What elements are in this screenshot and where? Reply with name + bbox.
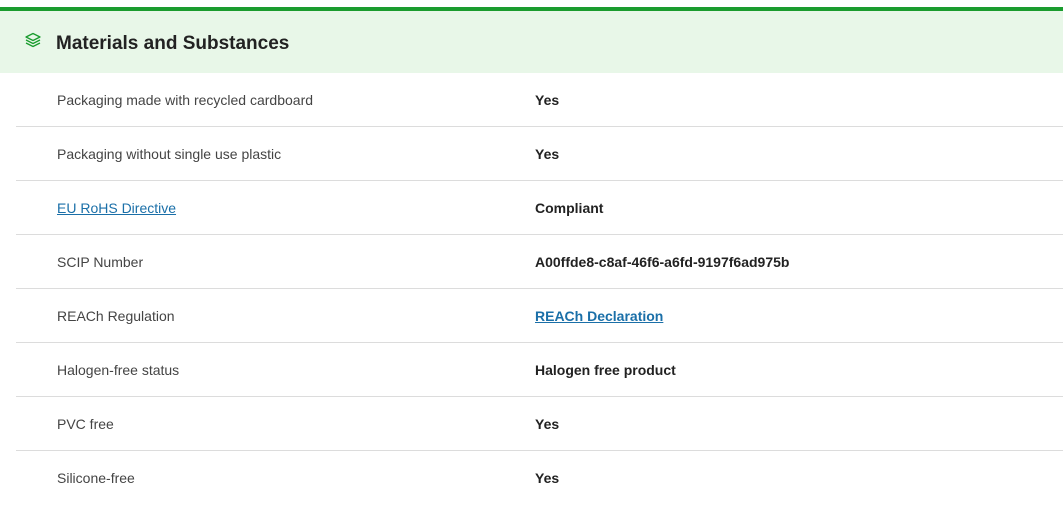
- table-row: Packaging made with recycled cardboard Y…: [0, 73, 1063, 127]
- section-title: Materials and Substances: [56, 33, 290, 54]
- row-value: Yes: [535, 416, 560, 432]
- table-row: EU RoHS Directive Compliant: [0, 181, 1063, 235]
- row-label: REACh Regulation: [57, 308, 175, 324]
- reach-declaration-link[interactable]: REACh Declaration: [535, 307, 663, 325]
- layers-icon: [24, 31, 42, 49]
- table-row: Packaging without single use plastic Yes: [0, 127, 1063, 181]
- row-label: SCIP Number: [57, 254, 144, 270]
- row-value: Yes: [535, 92, 560, 108]
- eu-rohs-directive-link[interactable]: EU RoHS Directive: [57, 199, 176, 217]
- attribute-table: Packaging made with recycled cardboard Y…: [0, 73, 1063, 505]
- section-header: Materials and Substances: [0, 11, 1063, 73]
- row-label: Packaging made with recycled cardboard: [57, 92, 314, 108]
- row-label: Halogen-free status: [57, 362, 180, 378]
- table-row: SCIP Number A00ffde8-c8af-46f6-a6fd-9197…: [0, 235, 1063, 289]
- table-row: Halogen-free status Halogen free product: [0, 343, 1063, 397]
- row-label: Silicone-free: [57, 470, 135, 486]
- table-row: PVC free Yes: [0, 397, 1063, 451]
- table-row: REACh Regulation REACh Declaration: [0, 289, 1063, 343]
- scip-number-value: A00ffde8-c8af-46f6-a6fd-9197f6ad975b: [535, 254, 790, 270]
- row-value: Yes: [535, 146, 560, 162]
- table-row: Silicone-free Yes: [0, 451, 1063, 505]
- row-value: Yes: [535, 470, 560, 486]
- row-label: Packaging without single use plastic: [57, 146, 282, 162]
- row-label: PVC free: [57, 416, 114, 432]
- row-value: Compliant: [535, 200, 604, 216]
- row-value: Halogen free product: [535, 362, 676, 378]
